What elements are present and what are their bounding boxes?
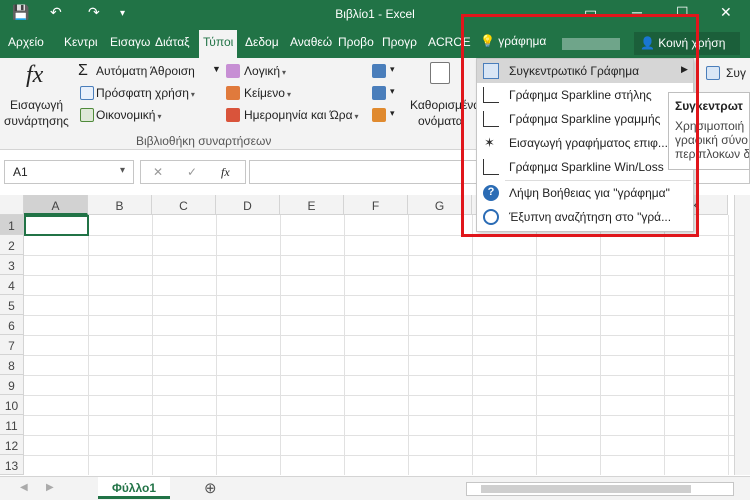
- column-header[interactable]: F: [344, 195, 408, 215]
- vertical-scrollbar[interactable]: [734, 195, 750, 475]
- row-header[interactable]: 13: [0, 455, 24, 475]
- cancel-icon[interactable]: ✕: [153, 165, 163, 179]
- tab-formulas[interactable]: Τύποι: [199, 30, 238, 58]
- row-header[interactable]: 12: [0, 435, 24, 455]
- math-dropdown-icon[interactable]: ▾: [390, 86, 395, 97]
- sheet-bar: ◀ ▶ Φύλλο1 ⊕: [0, 476, 750, 500]
- clock-icon: [226, 108, 240, 122]
- autosum-button[interactable]: Αυτόματη Άθροιση: [96, 64, 195, 78]
- insert-function-label-2[interactable]: συνάρτησης: [4, 114, 69, 128]
- column-header[interactable]: D: [216, 195, 280, 215]
- column-header[interactable]: B: [88, 195, 152, 215]
- question-icon: [226, 64, 240, 78]
- text-icon: [226, 86, 240, 100]
- row-header[interactable]: 4: [0, 275, 24, 295]
- row-header[interactable]: 5: [0, 295, 24, 315]
- row-header[interactable]: 6: [0, 315, 24, 335]
- row-header[interactable]: 8: [0, 355, 24, 375]
- tab-data[interactable]: Δεδομ: [245, 35, 279, 49]
- close-icon[interactable]: ✕: [720, 4, 732, 21]
- lookup-dropdown-icon[interactable]: ▾: [390, 64, 395, 75]
- prev-sheet-icon[interactable]: ◀: [20, 482, 28, 493]
- name-manager-icon[interactable]: [430, 62, 450, 84]
- row-header[interactable]: 7: [0, 335, 24, 355]
- math-icon[interactable]: [372, 86, 386, 100]
- defined-names-label-2[interactable]: ονόματα: [418, 114, 463, 128]
- lookup-icon[interactable]: [372, 64, 386, 78]
- insert-function-label-1[interactable]: Εισαγωγή: [10, 98, 63, 112]
- tab-layout[interactable]: Διάταξ: [155, 35, 190, 49]
- column-header[interactable]: A: [24, 195, 88, 215]
- book-icon: [80, 108, 94, 122]
- sigma-icon: Σ: [78, 62, 88, 79]
- tab-developer[interactable]: Προγρ: [382, 35, 417, 49]
- row-header[interactable]: 10: [0, 395, 24, 415]
- namebox-dropdown-icon[interactable]: ▾: [120, 165, 125, 176]
- column-header[interactable]: C: [152, 195, 216, 215]
- row-header[interactable]: 2: [0, 235, 24, 255]
- active-cell[interactable]: [24, 215, 89, 236]
- add-sheet-icon[interactable]: ⊕: [204, 479, 217, 497]
- worksheet-grid[interactable]: ABCDEFGHIJK 12345678910111213: [0, 195, 750, 475]
- side-menu-icon: [706, 66, 720, 80]
- insert-function-icon[interactable]: fx: [221, 165, 230, 180]
- formula-buttons: ✕ ✓ fx: [140, 160, 246, 184]
- tab-insert[interactable]: Εισαγω: [110, 35, 150, 49]
- financial-button[interactable]: Οικονομική ▾: [96, 108, 161, 122]
- tab-view[interactable]: Προβο: [338, 35, 374, 49]
- next-sheet-icon[interactable]: ▶: [46, 482, 54, 493]
- side-peek-text: Συγ: [726, 66, 746, 80]
- recent-button[interactable]: Πρόσφατη χρήση ▾: [96, 86, 195, 100]
- row-header[interactable]: 9: [0, 375, 24, 395]
- text-button[interactable]: Κείμενο ▾: [244, 86, 291, 100]
- tab-file[interactable]: Αρχείο: [8, 35, 44, 49]
- function-library-label: Βιβλιοθήκη συναρτήσεων: [136, 134, 272, 148]
- datetime-button[interactable]: Ημερομηνία και Ώρα ▾: [244, 108, 359, 122]
- name-box[interactable]: A1: [4, 160, 134, 184]
- sheet-tab[interactable]: Φύλλο1: [98, 477, 170, 499]
- highlight-box: [461, 14, 699, 237]
- fx-icon[interactable]: fx: [26, 62, 43, 89]
- row-header[interactable]: 11: [0, 415, 24, 435]
- more-functions-icon[interactable]: [372, 108, 386, 122]
- tab-review[interactable]: Αναθεώ: [290, 35, 332, 49]
- select-all-corner[interactable]: [0, 195, 24, 215]
- autosum-dropdown-icon[interactable]: ▼: [212, 64, 221, 74]
- more-dropdown-icon[interactable]: ▾: [390, 108, 395, 119]
- star-icon: [80, 86, 94, 100]
- column-header[interactable]: E: [280, 195, 344, 215]
- logical-button[interactable]: Λογική ▾: [244, 64, 286, 78]
- horizontal-scrollbar[interactable]: [466, 482, 734, 496]
- row-header[interactable]: 1: [0, 215, 24, 235]
- row-header[interactable]: 3: [0, 255, 24, 275]
- tab-home[interactable]: Κεντρι: [64, 35, 98, 49]
- enter-icon[interactable]: ✓: [187, 165, 197, 179]
